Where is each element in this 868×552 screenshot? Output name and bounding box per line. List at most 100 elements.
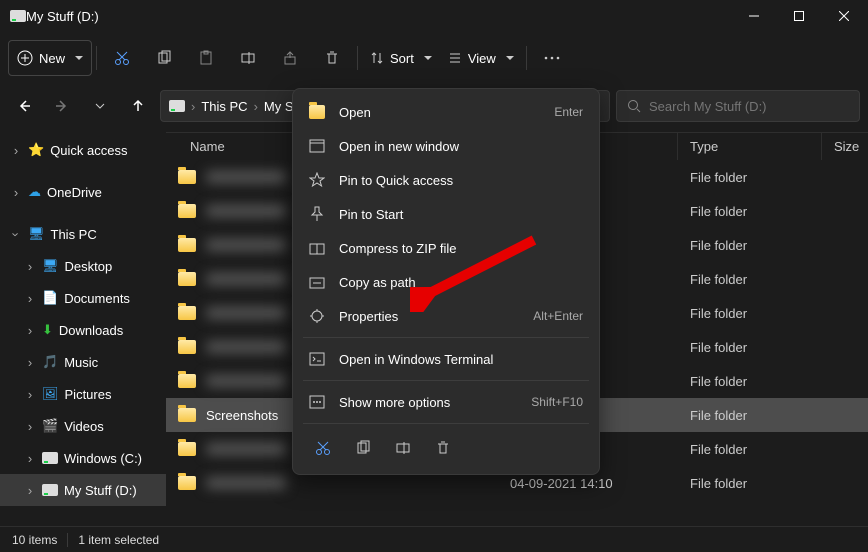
- ctx-shortcut: Enter: [554, 105, 583, 119]
- window-icon: [309, 138, 325, 154]
- rename-icon: [395, 440, 411, 456]
- sidebar-item-label: OneDrive: [47, 185, 102, 200]
- drive-icon: [42, 450, 58, 466]
- chevron-right-icon: ›: [24, 419, 36, 434]
- rename-button[interactable]: [395, 440, 411, 456]
- folder-icon: [178, 238, 196, 252]
- sidebar-item-thispc[interactable]: ›🖥This PC: [0, 218, 166, 250]
- back-button[interactable]: [8, 90, 40, 122]
- sidebar-item-quick-access[interactable]: ›⭐Quick access: [0, 134, 166, 166]
- ctx-open-terminal[interactable]: Open in Windows Terminal: [293, 342, 599, 376]
- sort-button[interactable]: Sort: [362, 40, 440, 76]
- ctx-open-new-window[interactable]: Open in new window: [293, 129, 599, 163]
- sidebar-item-desktop[interactable]: ›🖥Desktop: [0, 250, 166, 282]
- ctx-label: Copy as path: [339, 275, 583, 290]
- music-icon: 🎵: [42, 354, 58, 370]
- pin-icon: [309, 206, 325, 222]
- sort-icon: [370, 51, 384, 65]
- ctx-label: Properties: [339, 309, 519, 324]
- column-type[interactable]: Type: [678, 133, 822, 160]
- row-type: File folder: [678, 442, 822, 457]
- sidebar-item-music[interactable]: ›🎵Music: [0, 346, 166, 378]
- search-input[interactable]: [649, 99, 849, 114]
- drive-icon: [42, 482, 58, 498]
- column-size[interactable]: Size: [822, 139, 859, 154]
- chevron-right-icon: ›: [254, 99, 258, 114]
- redacted-text: [206, 205, 286, 217]
- ctx-copy-path[interactable]: Copy as path: [293, 265, 599, 299]
- cut-button[interactable]: [315, 440, 331, 456]
- row-type: File folder: [678, 170, 822, 185]
- pictures-icon: 🖼: [42, 386, 59, 402]
- new-button[interactable]: New: [8, 40, 92, 76]
- ctx-label: Compress to ZIP file: [339, 241, 583, 256]
- open-folder-icon: [309, 104, 325, 120]
- delete-button[interactable]: [435, 440, 451, 456]
- sidebar-item-onedrive[interactable]: ›☁OneDrive: [0, 176, 166, 208]
- maximize-button[interactable]: [776, 1, 821, 31]
- share-icon: [282, 50, 298, 66]
- sidebar-item-label: Desktop: [65, 259, 113, 274]
- close-button[interactable]: [821, 1, 866, 31]
- paste-button[interactable]: [185, 40, 227, 76]
- context-menu: Open Enter Open in new window Pin to Quic…: [292, 88, 600, 475]
- crumb-thispc[interactable]: This PC: [201, 99, 247, 114]
- sidebar-item-label: My Stuff (D:): [64, 483, 137, 498]
- folder-icon: [178, 306, 196, 320]
- chevron-right-icon: ›: [24, 259, 36, 274]
- ctx-compress-zip[interactable]: Compress to ZIP file: [293, 231, 599, 265]
- sidebar-item-videos[interactable]: ›🎬Videos: [0, 410, 166, 442]
- row-type: File folder: [678, 272, 822, 287]
- folder-icon: [178, 170, 196, 184]
- ctx-pin-start[interactable]: Pin to Start: [293, 197, 599, 231]
- search-box[interactable]: [616, 90, 860, 122]
- sidebar-item-downloads[interactable]: ›⬇Downloads: [0, 314, 166, 346]
- drive-icon: [169, 98, 185, 114]
- folder-icon: [178, 204, 196, 218]
- scissors-icon: [315, 440, 331, 456]
- scissors-icon: [114, 50, 130, 66]
- sidebar-item-documents[interactable]: ›📄Documents: [0, 282, 166, 314]
- download-icon: ⬇: [42, 322, 53, 338]
- ctx-properties[interactable]: Properties Alt+Enter: [293, 299, 599, 333]
- sidebar: ›⭐Quick access › ☁ OneDrive ›🖥This PC ›🖥De…: [0, 128, 166, 526]
- chevron-right-icon: ›: [10, 143, 22, 158]
- cut-button[interactable]: [101, 40, 143, 76]
- sidebar-item-pictures[interactable]: ›🖼Pictures: [0, 378, 166, 410]
- copy-button[interactable]: [355, 440, 371, 456]
- sidebar-item-label: This PC: [51, 227, 97, 242]
- ctx-separator: [303, 423, 589, 424]
- delete-button[interactable]: [311, 40, 353, 76]
- minimize-button[interactable]: [731, 1, 776, 31]
- copy-button[interactable]: [143, 40, 185, 76]
- sidebar-item-windows-c[interactable]: › Windows (C:): [0, 442, 166, 474]
- rename-icon: [240, 50, 256, 66]
- ctx-label: Pin to Quick access: [339, 173, 583, 188]
- ctx-show-more[interactable]: Show more optionsShift+F10: [293, 385, 599, 419]
- recent-button[interactable]: [84, 90, 116, 122]
- chevron-down-icon: ›: [9, 228, 24, 240]
- more-button[interactable]: [531, 40, 573, 76]
- row-type: File folder: [678, 476, 822, 491]
- forward-button[interactable]: [46, 90, 78, 122]
- trash-icon: [324, 50, 340, 66]
- folder-icon: [178, 476, 196, 490]
- view-button[interactable]: View: [440, 40, 522, 76]
- sidebar-item-label: Windows (C:): [64, 451, 142, 466]
- ctx-shortcut: Alt+Enter: [533, 309, 583, 323]
- rename-button[interactable]: [227, 40, 269, 76]
- up-button[interactable]: [122, 90, 154, 122]
- ctx-pin-quick-access[interactable]: Pin to Quick access: [293, 163, 599, 197]
- sidebar-item-my-stuff-d[interactable]: ›My Stuff (D:): [0, 474, 166, 506]
- ctx-open[interactable]: Open Enter: [293, 95, 599, 129]
- redacted-text: [206, 341, 286, 353]
- properties-icon: [309, 308, 325, 324]
- row-date: 04-09-2021 14:10: [498, 476, 678, 491]
- sidebar-item-label: Music: [64, 355, 98, 370]
- folder-icon: [178, 374, 196, 388]
- chevron-right-icon: ›: [24, 451, 36, 466]
- share-button[interactable]: [269, 40, 311, 76]
- cloud-icon: ☁: [28, 184, 41, 200]
- ctx-label: Open: [339, 105, 540, 120]
- redacted-text: [206, 375, 286, 387]
